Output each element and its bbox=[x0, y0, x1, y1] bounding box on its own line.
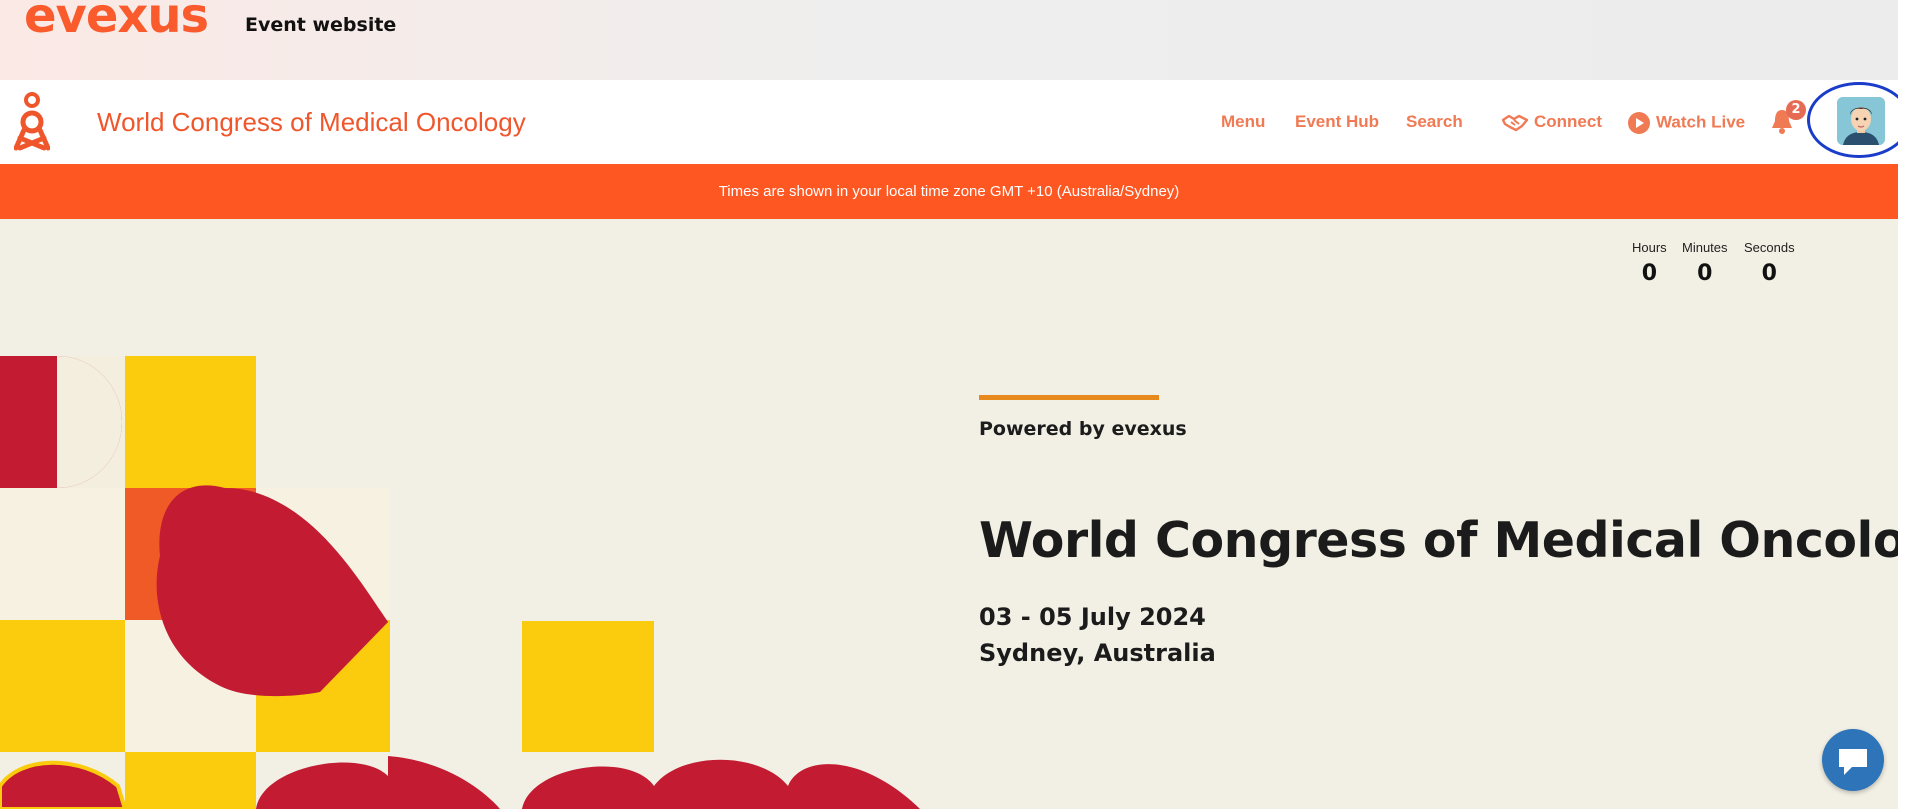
countdown-hours: Hours 0 bbox=[1632, 240, 1667, 286]
user-profile-button[interactable] bbox=[1807, 82, 1911, 158]
nav-watch-live-label: Watch Live bbox=[1656, 112, 1746, 132]
nav-search[interactable]: Search bbox=[1406, 112, 1463, 132]
powered-by-text: Powered by evexus bbox=[979, 418, 1187, 440]
minutes-value: 0 bbox=[1697, 261, 1713, 286]
hero-illustration bbox=[0, 356, 920, 809]
notification-badge[interactable]: 2 bbox=[1786, 100, 1806, 120]
evexus-header-bar: evexus Event website bbox=[0, 0, 1913, 80]
handshake-icon bbox=[1502, 114, 1528, 131]
nav-menu[interactable]: Menu bbox=[1221, 112, 1265, 132]
countdown-seconds: Seconds 0 bbox=[1744, 240, 1795, 286]
timezone-banner: Times are shown in your local time zone … bbox=[0, 164, 1898, 219]
nav-connect-label: Connect bbox=[1534, 112, 1602, 131]
accent-divider bbox=[979, 395, 1159, 400]
site-navbar: World Congress of Medical Oncology Menu … bbox=[0, 80, 1898, 164]
chat-bubble-icon bbox=[1839, 749, 1867, 775]
nav-connect[interactable]: Connect bbox=[1502, 112, 1602, 132]
event-location: Sydney, Australia bbox=[979, 639, 1216, 667]
nav-event-hub[interactable]: Event Hub bbox=[1295, 112, 1379, 132]
hero-title: World Congress of Medical Oncology bbox=[979, 512, 1913, 569]
hours-label: Hours bbox=[1632, 240, 1667, 255]
chat-button[interactable] bbox=[1822, 729, 1884, 791]
event-dates: 03 - 05 July 2024 bbox=[979, 603, 1206, 631]
nav-watch-live[interactable]: Watch Live bbox=[1628, 112, 1745, 134]
site-title[interactable]: World Congress of Medical Oncology bbox=[97, 107, 526, 138]
event-website-label: Event website bbox=[245, 14, 397, 36]
seconds-value: 0 bbox=[1761, 261, 1777, 286]
user-avatar-icon bbox=[1837, 97, 1885, 145]
seconds-label: Seconds bbox=[1744, 240, 1795, 255]
scrollbar[interactable] bbox=[1898, 0, 1913, 809]
play-circle-icon bbox=[1628, 112, 1650, 134]
minutes-label: Minutes bbox=[1682, 240, 1728, 255]
countdown-minutes: Minutes 0 bbox=[1682, 240, 1728, 286]
evexus-logo[interactable]: evexus bbox=[24, 0, 209, 40]
person-logo-icon[interactable] bbox=[14, 92, 50, 152]
hours-value: 0 bbox=[1641, 261, 1657, 286]
